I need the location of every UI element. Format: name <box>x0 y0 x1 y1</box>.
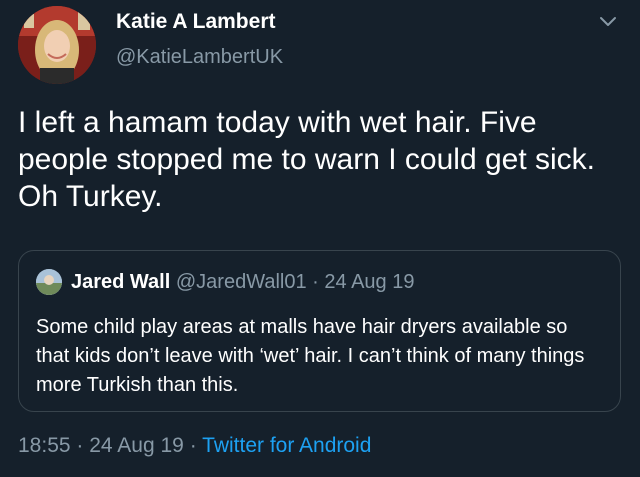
tweet-date[interactable]: 24 Aug 19 <box>89 434 184 457</box>
quoted-separator: · <box>312 271 319 293</box>
quoted-display-name[interactable]: Jared Wall <box>71 271 170 293</box>
tweet-source-link[interactable]: Twitter for Android <box>202 434 371 457</box>
author-display-name[interactable]: Katie A Lambert <box>116 10 275 34</box>
quoted-tweet-card[interactable]: Jared Wall @JaredWall01 · 24 Aug 19 Some… <box>18 250 621 412</box>
quoted-handle[interactable]: @JaredWall01 <box>176 271 307 293</box>
quoted-tweet-text: Some child play areas at malls have hair… <box>36 316 585 396</box>
quoted-tweet-header: Jared Wall @JaredWall01 · 24 Aug 19 <box>71 270 414 294</box>
quoted-date[interactable]: 24 Aug 19 <box>324 271 414 293</box>
tweet-time[interactable]: 18:55 <box>18 434 71 457</box>
avatar[interactable] <box>18 6 96 84</box>
meta-separator-2: · <box>189 434 197 457</box>
quoted-avatar[interactable] <box>36 269 62 295</box>
author-handle[interactable]: @KatieLambertUK <box>116 46 283 69</box>
meta-separator: · <box>76 434 84 457</box>
chevron-down-icon[interactable] <box>598 14 618 30</box>
tweet-meta: 18:55 · 24 Aug 19 · Twitter for Android <box>18 434 371 458</box>
tweet-text: I left a hamam today with wet hair. Five… <box>18 106 596 213</box>
